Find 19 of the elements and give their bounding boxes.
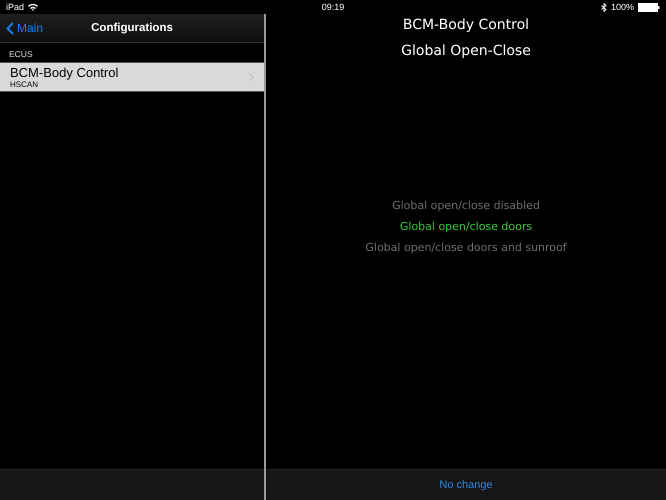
no-change-button[interactable]: No change (435, 477, 497, 493)
back-label: Main (17, 21, 44, 35)
option-item[interactable]: Global open/close doors and sunroof (365, 239, 567, 256)
item-subtitle: HSCAN (10, 80, 40, 89)
back-button[interactable]: Main (0, 21, 50, 35)
option-item[interactable]: Global open/close disabled (392, 197, 540, 214)
chevron-left-icon (6, 22, 14, 34)
battery-percent: 100% (610, 2, 634, 12)
device-name: iPad (6, 2, 24, 12)
battery-icon (638, 2, 660, 12)
bluetooth-icon (600, 2, 607, 12)
detail-title: Global Open-Close (401, 42, 531, 61)
detail-title: BCM-Body Control (402, 16, 530, 35)
status-time: 09:19 (322, 2, 344, 12)
option-item[interactable]: Global open/close doors (400, 218, 532, 235)
wifi-icon (28, 3, 38, 11)
list-item[interactable]: BCM-Body Control HSCAN (0, 63, 264, 92)
item-title: BCM-Body Control (10, 65, 118, 80)
navigation-title: Configurations (91, 22, 173, 34)
